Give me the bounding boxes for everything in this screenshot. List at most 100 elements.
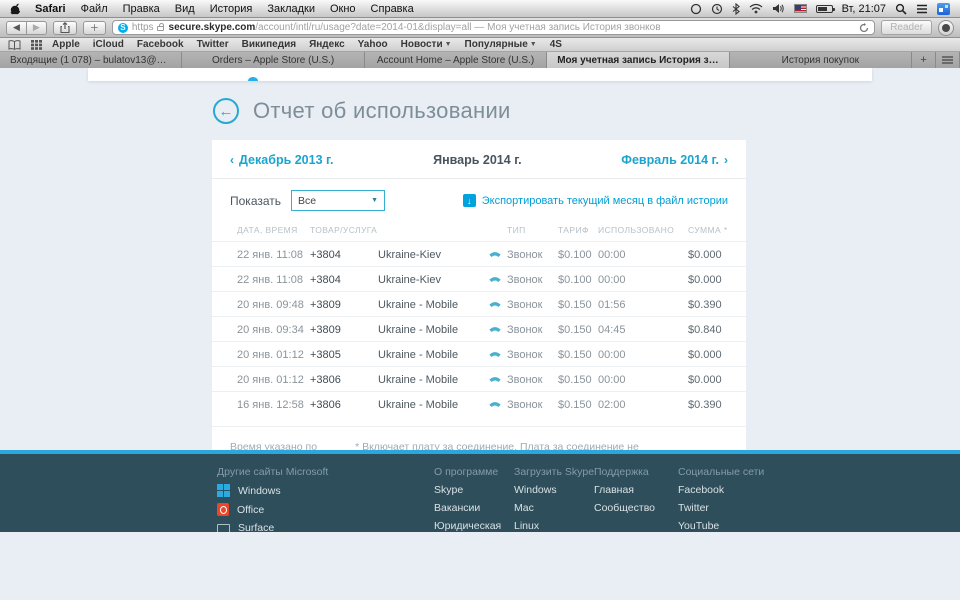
menu-history[interactable]: История (210, 3, 253, 15)
lock-icon (157, 26, 164, 31)
menu-window[interactable]: Окно (330, 3, 356, 15)
table-row[interactable]: 22 янв. 11:08 +3804 Ukraine-Kiev Звонок … (212, 241, 746, 266)
app-switcher-icon[interactable] (937, 3, 950, 15)
footer-col-support: Поддержка Главная Сообщество (594, 466, 655, 520)
footer-link-legal[interactable]: Юридическая информация (434, 520, 506, 532)
bookmark-4s[interactable]: 4S (550, 39, 562, 50)
tab-overview-icon[interactable] (936, 52, 960, 68)
table-header-row: ДАТА, ВРЕМЯ ТОВАР/УСЛУГА ТИП ТАРИФ ИСПОЛ… (212, 221, 746, 241)
top-sites-icon[interactable] (31, 40, 42, 50)
filter-row: Показать Все▼ ↓ Экспортировать текущий м… (212, 179, 746, 221)
call-icon (488, 325, 502, 335)
footer-link-skype[interactable]: Skype (434, 484, 506, 496)
volume-icon[interactable] (772, 3, 785, 14)
bookmark-apple[interactable]: Apple (52, 39, 80, 50)
footer-link-youtube[interactable]: YouTube (678, 520, 764, 532)
menu-file[interactable]: Файл (81, 3, 108, 15)
back-circle-button[interactable]: ← (213, 98, 239, 124)
footer-link-support-home[interactable]: Главная (594, 484, 655, 496)
menu-safari[interactable]: Safari (35, 3, 66, 15)
call-icon (488, 350, 502, 360)
bookmark-yandex[interactable]: Яндекс (309, 39, 345, 50)
footer-link-office[interactable]: Office (217, 503, 328, 516)
tab-account-home[interactable]: Account Home – Apple Store (U.S.) (365, 52, 547, 68)
bookmark-popular-folder[interactable]: Популярные▼ (465, 39, 537, 50)
table-row[interactable]: 22 янв. 11:08 +3804 Ukraine-Kiev Звонок … (212, 266, 746, 291)
footer-col-download: Загрузить Skype Windows Mac Linux (514, 466, 594, 532)
footer-link-surface[interactable]: Surface (217, 522, 328, 532)
bookmark-icloud[interactable]: iCloud (93, 39, 124, 50)
table-row[interactable]: 20 янв. 09:48 +3809 Ukraine - Mobile Зво… (212, 291, 746, 316)
footer-link-dl-mac[interactable]: Mac (514, 502, 594, 514)
menu-help[interactable]: Справка (371, 3, 414, 15)
notification-center-icon[interactable] (916, 4, 928, 14)
battery-icon[interactable] (816, 5, 833, 13)
header-sum: СУММА * (688, 225, 728, 235)
call-icon (488, 300, 502, 310)
safari-toolbar: ◀ ▶ ＋ S https secure.skype.com /account/… (0, 18, 960, 38)
footer-link-windows[interactable]: Windows (217, 484, 328, 497)
menu-view[interactable]: Вид (175, 3, 195, 15)
footer-col-social: Социальные сети Facebook Twitter YouTube (678, 466, 764, 532)
loop-status-icon[interactable] (690, 3, 702, 15)
tab-orders[interactable]: Orders – Apple Store (U.S.) (182, 52, 364, 68)
office-logo-icon (217, 503, 229, 516)
menubar-clock[interactable]: Вт, 21:07 (842, 3, 886, 15)
table-row[interactable]: 20 янв. 09:34 +3809 Ukraine - Mobile Зво… (212, 316, 746, 341)
prev-month-link[interactable]: ‹Декабрь 2013 г. (230, 153, 333, 167)
menu-edit[interactable]: Правка (123, 3, 160, 15)
call-icon (488, 375, 502, 385)
apple-menu-icon[interactable] (10, 3, 20, 15)
footer-link-facebook[interactable]: Facebook (678, 484, 764, 496)
tab-call-history[interactable]: Моя учетная запись История звонков (547, 52, 729, 68)
downloads-button[interactable] (938, 20, 954, 36)
bookmark-twitter[interactable]: Twitter (197, 39, 229, 50)
export-file-icon: ↓ (463, 194, 476, 207)
chevron-left-icon: ‹ (230, 153, 234, 167)
add-tab-button[interactable]: + (912, 52, 936, 68)
reader-button[interactable]: Reader (881, 20, 932, 35)
header-used: ИСПОЛЬЗОВАНО (598, 225, 674, 235)
share-button[interactable] (53, 21, 77, 35)
footer-col-about: О программе Skype Вакансии Юридическая и… (434, 466, 506, 532)
spotlight-search-icon[interactable] (895, 3, 907, 15)
footer-link-dl-windows[interactable]: Windows (514, 484, 594, 496)
scrolled-header-remnant (88, 68, 872, 81)
footer-link-community[interactable]: Сообщество (594, 502, 655, 514)
time-machine-icon[interactable] (711, 3, 723, 15)
next-month-link[interactable]: Февраль 2014 г.› (621, 153, 728, 167)
back-button[interactable]: ◀ (6, 21, 26, 35)
url-path: /account/intl/ru/usage?date=2014-01&disp… (255, 22, 660, 33)
bookmark-news-folder[interactable]: Новости▼ (401, 39, 452, 50)
header-type: ТИП (507, 225, 526, 235)
address-bar[interactable]: S https secure.skype.com /account/intl/r… (112, 20, 875, 35)
macos-menubar: Safari Файл Правка Вид История Закладки … (0, 0, 960, 18)
tab-purchase-history[interactable]: История покупок (730, 52, 912, 68)
export-link[interactable]: ↓ Экспортировать текущий месяц в файл ис… (463, 194, 728, 207)
input-language-flag-icon[interactable] (794, 4, 807, 13)
tab-inbox[interactable]: Входящие (1 078) – bulatov13@gmai... (0, 52, 182, 68)
bookmark-facebook[interactable]: Facebook (137, 39, 184, 50)
bookmark-wikipedia[interactable]: Википедия (242, 39, 296, 50)
bookmarks-sidebar-icon[interactable] (8, 40, 21, 50)
chevron-right-icon: › (724, 153, 728, 167)
menu-bookmarks[interactable]: Закладки (267, 3, 315, 15)
url-scheme: https (132, 22, 154, 33)
windows-logo-icon (217, 484, 230, 497)
skype-favicon: S (118, 23, 128, 33)
reload-icon[interactable] (859, 23, 869, 33)
show-filter-select[interactable]: Все▼ (291, 190, 385, 211)
wifi-icon[interactable] (749, 3, 763, 14)
bluetooth-icon[interactable] (732, 3, 740, 15)
table-row[interactable]: 20 янв. 01:12 +3805 Ukraine - Mobile Зво… (212, 341, 746, 366)
bookmark-yahoo[interactable]: Yahoo (358, 39, 388, 50)
table-row[interactable]: 16 янв. 12:58 +3806 Ukraine - Mobile Зво… (212, 391, 746, 416)
table-row[interactable]: 20 янв. 01:12 +3806 Ukraine - Mobile Зво… (212, 366, 746, 391)
footer-link-jobs[interactable]: Вакансии (434, 502, 506, 514)
forward-button[interactable]: ▶ (26, 21, 47, 35)
new-tab-button[interactable]: ＋ (83, 21, 106, 35)
footer-link-dl-linux[interactable]: Linux (514, 520, 594, 532)
screen: Safari Файл Правка Вид История Закладки … (0, 0, 960, 600)
footer-link-twitter[interactable]: Twitter (678, 502, 764, 514)
month-navigation: ‹Декабрь 2013 г. Январь 2014 г. Февраль … (212, 140, 746, 179)
